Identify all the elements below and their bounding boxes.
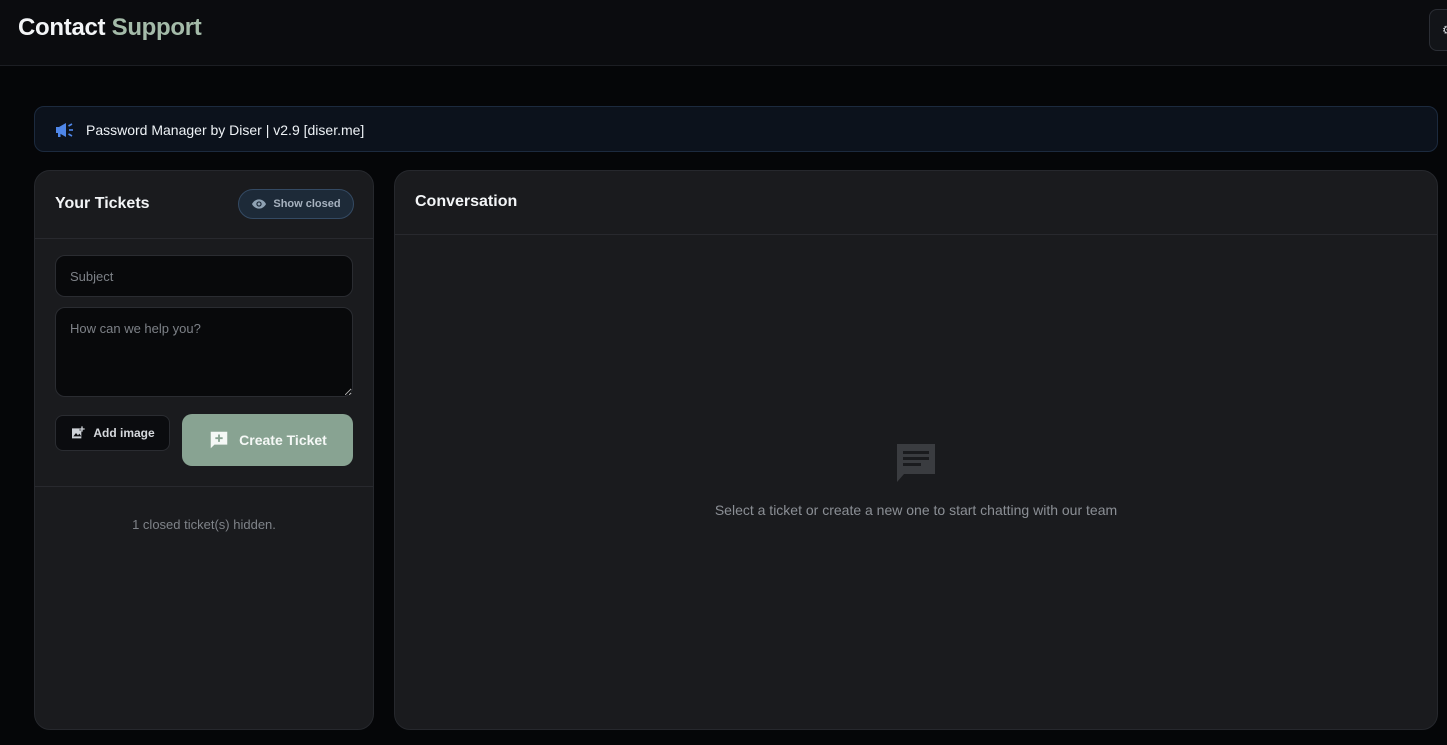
hidden-tickets-note: 1 closed ticket(s) hidden. — [132, 517, 276, 532]
add-comment-icon — [210, 431, 228, 449]
message-textarea[interactable] — [55, 307, 353, 397]
subject-input[interactable] — [55, 255, 353, 297]
add-image-label: Add image — [93, 426, 155, 440]
announcement-banner: Password Manager by Diser | v2.9 [diser.… — [34, 106, 1438, 152]
eye-icon — [252, 199, 267, 209]
conversation-panel: Conversation Select a ticket or create a… — [394, 170, 1438, 730]
create-ticket-label: Create Ticket — [239, 432, 327, 448]
divider — [35, 486, 373, 487]
settings-button[interactable]: ⚙ — [1429, 9, 1447, 51]
tickets-panel-title: Your Tickets — [55, 195, 150, 212]
page-title-word-contact: Contact — [18, 14, 106, 41]
tickets-panel-header: Your Tickets Show closed — [35, 171, 373, 239]
chat-icon — [897, 444, 935, 482]
add-image-button[interactable]: Add image — [55, 415, 170, 451]
conversation-panel-title: Conversation — [415, 193, 518, 210]
conversation-panel-header: Conversation — [395, 171, 1437, 235]
page-title: Contact Support — [18, 14, 202, 42]
announcement-text: Password Manager by Diser | v2.9 [diser.… — [86, 122, 365, 138]
add-photo-icon — [72, 426, 85, 439]
page-title-word-support: Support — [111, 14, 202, 41]
create-ticket-button[interactable]: Create Ticket — [182, 414, 353, 466]
megaphone-icon — [56, 123, 73, 137]
show-closed-label: Show closed — [273, 198, 341, 210]
top-bar: Contact Support ⚙ — [0, 0, 1447, 66]
show-closed-button[interactable]: Show closed — [238, 189, 354, 219]
gear-icon: ⚙ — [1442, 24, 1447, 36]
empty-conversation-text: Select a ticket or create a new one to s… — [714, 502, 1118, 518]
tickets-panel: Your Tickets Show closed Add image Creat… — [34, 170, 374, 730]
